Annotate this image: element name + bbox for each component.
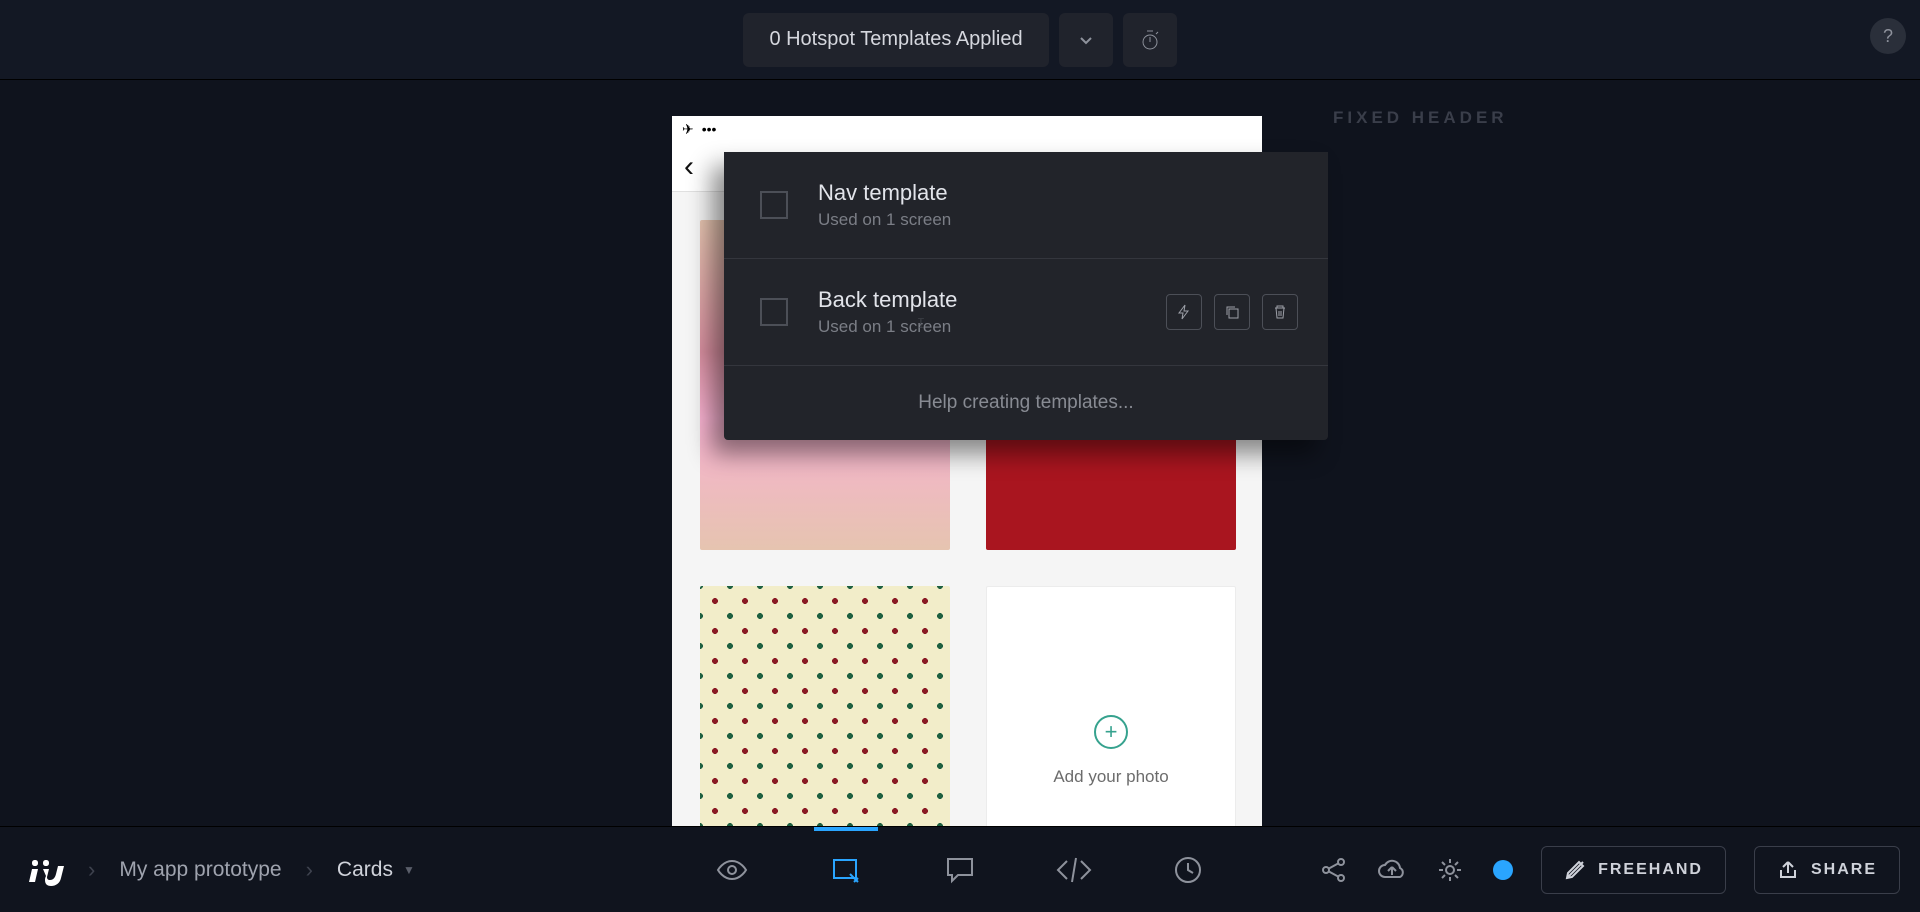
share-link-button[interactable] (1319, 855, 1349, 885)
breadcrumb-sep-icon: › (306, 857, 313, 883)
breadcrumb-project[interactable]: My app prototype (119, 858, 281, 882)
freehand-icon (1564, 859, 1586, 881)
signal-icon: ••• (702, 121, 717, 137)
history-mode-button[interactable] (1166, 848, 1210, 892)
invision-logo[interactable] (24, 850, 64, 890)
template-item-back[interactable]: Back template Used on 1 screen (724, 259, 1328, 366)
back-chevron-icon[interactable]: ‹ (684, 150, 694, 184)
card-add-photo[interactable]: + Add your photo A (986, 586, 1236, 828)
clock-icon (1172, 854, 1204, 886)
inspect-mode-button[interactable] (1052, 848, 1096, 892)
airplane-icon: ✈ (682, 121, 694, 138)
share-nodes-icon (1320, 856, 1348, 884)
fixed-header-label: FIXED HEADER (1333, 108, 1508, 128)
gear-icon (1436, 856, 1464, 884)
freehand-button[interactable]: FREEHAND (1541, 846, 1726, 894)
template-apply-button[interactable] (1166, 294, 1202, 330)
template-checkbox[interactable] (760, 191, 788, 219)
chevron-down-icon[interactable]: ▼ (403, 863, 415, 877)
template-subtitle: Used on 1 screen (818, 317, 957, 337)
chevron-down-icon (1078, 32, 1094, 48)
presence-avatar[interactable] (1493, 860, 1513, 880)
copy-icon (1224, 304, 1240, 320)
freehand-label: FREEHAND (1598, 861, 1703, 879)
hotspot-templates-dropdown[interactable]: 0 Hotspot Templates Applied (743, 13, 1048, 67)
breadcrumb-screen[interactable]: Cards (337, 858, 393, 882)
share-arrow-icon (1777, 859, 1799, 881)
template-item-nav[interactable]: Nav template Used on 1 screen (724, 152, 1328, 259)
top-bar-center: 0 Hotspot Templates Applied (743, 13, 1176, 67)
share-label: SHARE (1811, 861, 1877, 879)
hotspot-templates-label: 0 Hotspot Templates Applied (769, 28, 1022, 51)
add-photo-label: Add your photo (1053, 767, 1168, 787)
template-checkbox[interactable] (760, 298, 788, 326)
template-duplicate-button[interactable] (1214, 294, 1250, 330)
build-mode-button[interactable] (824, 848, 868, 892)
hotspot-icon (828, 852, 864, 888)
breadcrumb-sep-icon: › (88, 857, 95, 883)
stage: FIXED HEADER ✈ ••• ‹ + Very Merry Christ… (0, 80, 1920, 826)
comment-mode-button[interactable] (938, 848, 982, 892)
question-icon: ? (1883, 26, 1893, 47)
cloud-upload-icon (1377, 857, 1407, 883)
template-delete-button[interactable] (1262, 294, 1298, 330)
top-bar: 0 Hotspot Templates Applied ? (0, 0, 1920, 80)
timer-button[interactable] (1123, 13, 1177, 67)
comment-icon (943, 853, 977, 887)
right-toolbar: FREEHAND SHARE (1319, 827, 1900, 912)
template-title: Back template (818, 287, 957, 313)
trash-icon (1272, 304, 1288, 320)
preview-mode-button[interactable] (710, 848, 754, 892)
share-button[interactable]: SHARE (1754, 846, 1900, 894)
template-subtitle: Used on 1 screen (818, 210, 951, 230)
phone-status-bar: ✈ ••• (672, 116, 1262, 142)
mode-toolbar (710, 827, 1210, 912)
hotspot-templates-caret-button[interactable] (1059, 13, 1113, 67)
templates-dropdown-panel: Nav template Used on 1 screen Back templ… (724, 152, 1328, 440)
text-cursor-icon: 𝙸 (916, 315, 926, 332)
bottom-bar: › My app prototype › Cards ▼ (0, 826, 1920, 912)
eye-icon (714, 852, 750, 888)
templates-help-link[interactable]: Help creating templates... (724, 366, 1328, 440)
plus-circle-icon: + (1094, 715, 1128, 749)
stopwatch-icon (1138, 28, 1162, 52)
card-happy-holidays[interactable]: HAPPY HOLIDAYS (700, 586, 950, 828)
template-title: Nav template (818, 180, 951, 206)
help-button[interactable]: ? (1870, 18, 1906, 54)
bolt-icon (1177, 304, 1191, 320)
code-icon (1054, 853, 1094, 887)
upload-button[interactable] (1377, 855, 1407, 885)
settings-button[interactable] (1435, 855, 1465, 885)
template-actions (1166, 294, 1298, 330)
